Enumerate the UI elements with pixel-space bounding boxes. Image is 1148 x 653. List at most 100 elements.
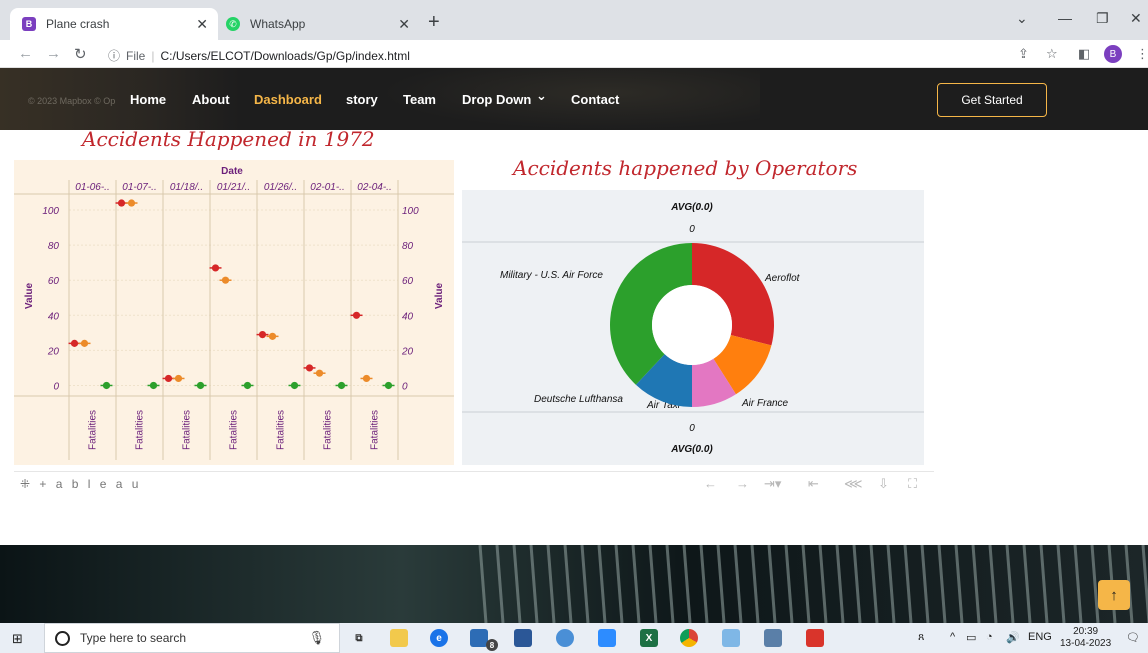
reset-icon[interactable]: ⇤ — [808, 476, 819, 492]
excel-icon[interactable]: X — [640, 629, 658, 647]
data-point — [221, 276, 230, 284]
windows-taskbar: ⊞ Type here to search 🎙 ⧉ e 8 X ጸ ^ ▭ ◔ … — [0, 623, 1148, 653]
taskbar-clock[interactable]: 20:39 13-04-2023 — [1060, 626, 1111, 650]
tab-search-icon[interactable]: ⌄ — [1016, 10, 1028, 27]
acrobat-icon[interactable] — [806, 629, 824, 647]
address-bar: ← → ↻ ⓘ File | C:/Users/ELCOT/Downloads/… — [0, 40, 1148, 68]
share-icon[interactable]: ⇪ — [1018, 46, 1029, 62]
bottom-measure-value: 0 — [689, 423, 695, 434]
back-to-top-button[interactable]: ↑ — [1098, 580, 1130, 610]
category-label: 01/21/.. — [217, 182, 250, 193]
people-icon[interactable]: ጸ — [918, 631, 924, 644]
bottom-label-fatalities: Fatalities — [135, 410, 146, 450]
bottom-label-fatalities: Fatalities — [182, 410, 193, 450]
left-chart-title: Accidents Happened in 1972 — [82, 127, 375, 151]
taskbar-search-placeholder: Type here to search — [80, 631, 187, 645]
notifications-icon[interactable]: 🗨 — [1126, 631, 1140, 644]
data-point — [211, 264, 220, 272]
url-field[interactable]: ⓘ File | C:/Users/ELCOT/Downloads/Gp/Gp/… — [108, 47, 410, 64]
share-icon[interactable]: ⋘ — [844, 476, 863, 492]
fatalities-dot-chart[interactable]: Date 01-06-.. 01-07-.. 01/18/.. 01/21/.. 01/2… — [14, 160, 454, 465]
undo-icon[interactable]: ← — [704, 476, 717, 491]
profile-avatar[interactable]: B — [1104, 45, 1122, 63]
nav-contact[interactable]: Contact — [571, 92, 619, 107]
taskbar-search-box[interactable]: Type here to search 🎙 — [44, 623, 340, 653]
data-point — [243, 381, 252, 390]
category-label: 02-01-.. — [310, 182, 344, 193]
nav-story[interactable]: story — [346, 92, 378, 107]
revert-icon[interactable]: ⇥▾ — [764, 476, 781, 492]
forward-icon[interactable]: → — [46, 45, 61, 62]
y-tick-right: 100 — [402, 206, 419, 217]
side-panel-icon[interactable]: ◧ — [1078, 46, 1090, 62]
nav-home[interactable]: Home — [130, 92, 166, 107]
bottom-label-fatalities: Fatalities — [276, 410, 287, 450]
close-tab-icon[interactable]: ✕ — [196, 16, 208, 33]
tab-whatsapp[interactable]: ✆ WhatsApp ✕ — [214, 8, 420, 40]
chevron-down-icon[interactable]: ⌄ — [536, 88, 547, 104]
new-tab-icon[interactable]: + — [428, 12, 440, 32]
bookmark-star-icon[interactable]: ☆ — [1046, 46, 1058, 62]
operators-donut-chart[interactable]: AVG(0.0)00AVG(0.0)AeroflotAir FranceAir … — [462, 190, 924, 465]
slice-label: Deutsche Lufthansa — [534, 394, 623, 405]
close-window-icon[interactable]: ✕ — [1130, 10, 1142, 27]
slice-label: Military - U.S. Air Force — [500, 270, 603, 281]
zoom-icon[interactable] — [598, 629, 616, 647]
bottom-label-fatalities: Fatalities — [323, 410, 334, 450]
clock-time: 20:39 — [1073, 626, 1099, 637]
y-tick-right: 0 — [402, 381, 408, 392]
tab-plane-crash[interactable]: B Plane crash ✕ — [10, 8, 218, 40]
task-view-icon[interactable]: ⧉ — [350, 629, 368, 647]
top-measure-value: 0 — [689, 224, 695, 235]
slice-label: Air France — [741, 398, 789, 409]
reload-icon[interactable]: ↻ — [74, 45, 87, 63]
file-explorer-icon[interactable] — [390, 629, 408, 647]
y-tick-left: 60 — [48, 276, 60, 287]
bottom-label-fatalities: Fatalities — [88, 410, 99, 450]
y-axis-label-right: Value — [434, 283, 445, 310]
download-icon[interactable]: ⇩ — [878, 476, 889, 492]
get-started-button[interactable]: Get Started — [937, 83, 1047, 117]
close-tab-icon[interactable]: ✕ — [398, 16, 410, 33]
data-point — [258, 330, 267, 339]
app-icon[interactable] — [722, 629, 740, 647]
y-tick-right: 20 — [401, 346, 414, 357]
menu-kebab-icon[interactable]: ⋮ — [1136, 46, 1148, 62]
back-icon[interactable]: ← — [18, 45, 33, 62]
bottom-measure-label: AVG(0.0) — [670, 444, 713, 455]
nav-drop-down[interactable]: Drop Down — [462, 92, 531, 107]
nav-team[interactable]: Team — [403, 92, 436, 107]
chrome-icon[interactable] — [680, 629, 698, 647]
restore-icon[interactable]: ❐ — [1096, 10, 1109, 27]
site-navbar: © 2023 Mapbox © Op Home About Dashboard … — [0, 68, 1148, 130]
nav-about[interactable]: About — [192, 92, 230, 107]
windows-start-icon[interactable]: ⊞ — [12, 631, 23, 647]
y-tick-left: 0 — [53, 381, 59, 392]
store-icon[interactable] — [514, 629, 532, 647]
battery-icon[interactable]: ▭ — [966, 631, 976, 644]
language-indicator[interactable]: ENG — [1028, 631, 1052, 643]
right-chart-title: Accidents happened by Operators — [513, 156, 858, 180]
tab-favicon-icon: B — [22, 17, 36, 31]
clock-date: 13-04-2023 — [1060, 638, 1112, 649]
tray-chevron-icon[interactable]: ^ — [950, 631, 955, 643]
tab-label: WhatsApp — [250, 17, 306, 31]
tableau-toolbar: ⁜ + a b l e a u ← → ⇥▾ ⇤ ⋘ ⇩ ⛶ — [14, 471, 934, 495]
y-tick-left: 40 — [48, 311, 60, 322]
network-icon[interactable]: ◔ — [986, 631, 993, 643]
edge-icon[interactable]: e — [430, 629, 448, 647]
data-point — [305, 364, 314, 372]
app-icon[interactable] — [764, 629, 782, 647]
redo-icon[interactable]: → — [736, 476, 749, 491]
volume-icon[interactable]: 🔊 — [1006, 631, 1020, 644]
fullscreen-icon[interactable]: ⛶ — [908, 476, 917, 492]
map-credit: © 2023 Mapbox © Op — [28, 96, 116, 106]
minimize-icon[interactable]: — — [1058, 10, 1072, 26]
browser-icon[interactable] — [556, 629, 574, 647]
skyscraper-background — [0, 545, 1148, 623]
nav-dashboard[interactable]: Dashboard — [254, 92, 322, 107]
microphone-icon[interactable]: 🎙 — [308, 630, 325, 646]
data-point — [117, 199, 126, 207]
tableau-logo: ⁜ + a b l e a u — [20, 477, 142, 491]
category-label: 01-07-.. — [122, 182, 156, 193]
